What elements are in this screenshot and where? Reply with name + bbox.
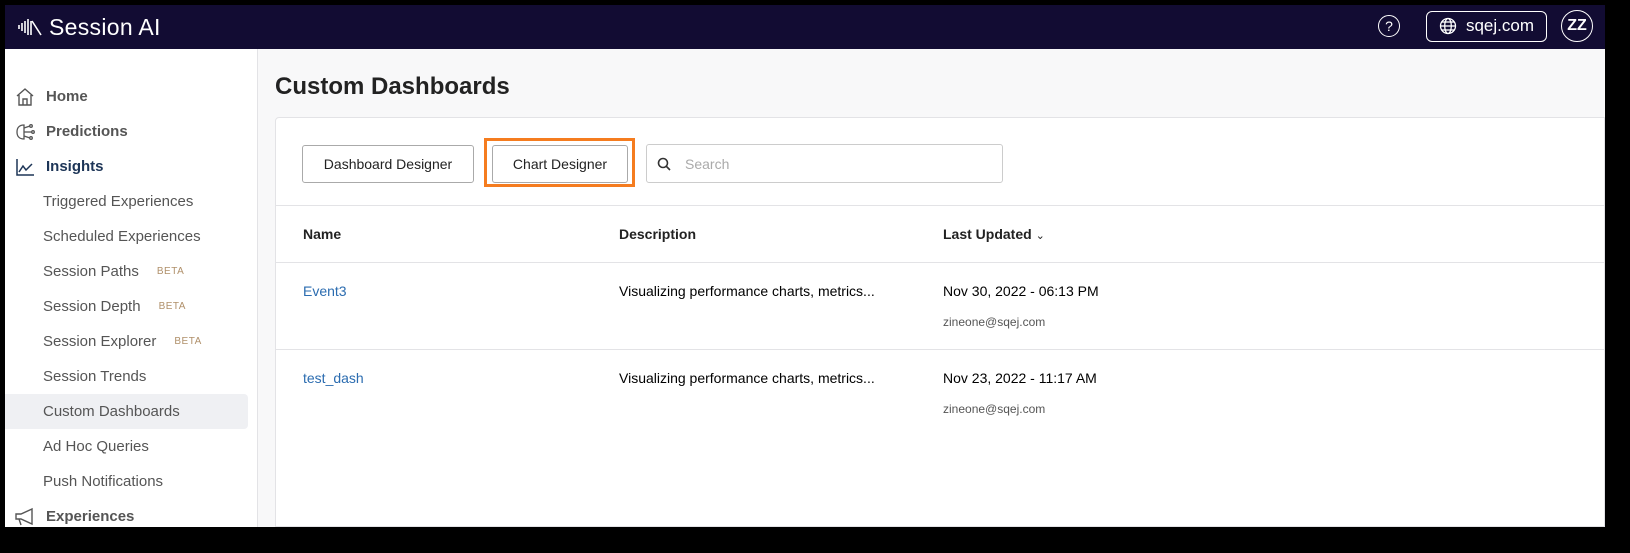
- sidebar-item-label: Scheduled Experiences: [43, 228, 201, 245]
- sidebar-item-label: Session Paths: [43, 263, 139, 280]
- app-window: Session AI ? sqej.com ZZ Home Prediction…: [5, 5, 1605, 527]
- sidebar-item-label: Session Explorer: [43, 333, 157, 350]
- sidebar-item-predictions[interactable]: Predictions: [5, 114, 257, 149]
- beta-badge: BETA: [174, 336, 202, 347]
- avatar[interactable]: ZZ: [1561, 10, 1593, 42]
- domain-selector[interactable]: sqej.com: [1425, 10, 1547, 42]
- home-icon: [14, 86, 36, 108]
- sidebar-item-insights[interactable]: Insights: [5, 149, 257, 184]
- sidebar-item-label: Ad Hoc Queries: [43, 438, 149, 455]
- sidebar-subitem-session-explorer[interactable]: Session Explorer BETA: [5, 324, 257, 359]
- main-content: Custom Dashboards Dashboard Designer Cha…: [259, 49, 1605, 527]
- globe-icon: [1439, 17, 1457, 35]
- column-header-description[interactable]: Description: [619, 226, 696, 242]
- dashboard-description: Visualizing performance charts, metrics.…: [619, 283, 875, 299]
- dashboard-name-link[interactable]: test_dash: [303, 370, 364, 386]
- chart-designer-button[interactable]: Chart Designer: [492, 145, 628, 183]
- sidebar-item-label: Triggered Experiences: [43, 193, 194, 210]
- dashboard-description: Visualizing performance charts, metrics.…: [619, 370, 875, 386]
- sidebar-subitem-session-trends[interactable]: Session Trends: [5, 359, 257, 394]
- sidebar-item-label: Experiences: [46, 508, 135, 525]
- sidebar-subitem-custom-dashboards[interactable]: Custom Dashboards: [5, 394, 248, 429]
- search-icon: [657, 157, 671, 171]
- sidebar-item-label: Predictions: [46, 123, 128, 140]
- sidebar-item-label: Home: [46, 88, 88, 105]
- beta-badge: BETA: [158, 301, 186, 312]
- sidebar-subitem-scheduled-experiences[interactable]: Scheduled Experiences: [5, 219, 257, 254]
- last-updated-date: Nov 23, 2022 - 11:17 AM: [943, 370, 1097, 386]
- last-updated-date: Nov 30, 2022 - 06:13 PM: [943, 283, 1099, 299]
- top-bar: Session AI ? sqej.com ZZ: [5, 5, 1605, 49]
- beta-badge: BETA: [156, 266, 185, 277]
- column-header-label: Last Updated: [943, 226, 1032, 242]
- updated-by: zineone@sqej.com: [943, 402, 1046, 416]
- sidebar-item-label: Push Notifications: [43, 473, 164, 490]
- dashboards-table: Name Description Last Updated ⌄ Event3 V…: [276, 205, 1604, 436]
- sidebar-item-experiences[interactable]: Experiences: [5, 499, 257, 527]
- updated-by: zineone@sqej.com: [943, 315, 1046, 329]
- dashboard-name-link[interactable]: Event3: [303, 283, 347, 299]
- logo[interactable]: Session AI: [17, 14, 161, 41]
- sidebar-item-label: Insights: [46, 158, 104, 175]
- sidebar-item-home[interactable]: Home: [5, 79, 257, 114]
- domain-label: sqej.com: [1465, 16, 1534, 35]
- chevron-down-icon: ⌄: [1035, 230, 1045, 242]
- brain-icon: [14, 121, 36, 143]
- sidebar-item-label: Custom Dashboards: [43, 403, 180, 420]
- logo-icon: [18, 19, 42, 36]
- sidebar: Home Predictions Insights Triggered Expe…: [5, 49, 258, 527]
- table-row[interactable]: test_dash Visualizing performance charts…: [276, 349, 1604, 436]
- search-input[interactable]: Search: [646, 144, 1003, 183]
- sidebar-item-label: Session Trends: [43, 368, 147, 385]
- help-icon[interactable]: ?: [1377, 15, 1400, 37]
- sidebar-subitem-ad-hoc-queries[interactable]: Ad Hoc Queries: [5, 429, 257, 464]
- column-header-name[interactable]: Name: [303, 226, 341, 242]
- dashboards-card: Dashboard Designer Chart Designer Search…: [275, 117, 1605, 527]
- page-title: Custom Dashboards: [275, 73, 510, 100]
- dashboard-designer-button[interactable]: Dashboard Designer: [302, 145, 474, 183]
- megaphone-icon: [14, 506, 36, 528]
- sidebar-item-label: Session Depth: [43, 298, 141, 315]
- column-header-last-updated[interactable]: Last Updated ⌄: [943, 226, 1045, 242]
- search-placeholder: Search: [685, 155, 730, 172]
- line-chart-icon: [14, 156, 36, 178]
- sidebar-subitem-triggered-experiences[interactable]: Triggered Experiences: [5, 184, 257, 219]
- table-header: Name Description Last Updated ⌄: [276, 205, 1604, 262]
- sidebar-subitem-session-depth[interactable]: Session Depth BETA: [5, 289, 257, 324]
- app-name: Session AI: [49, 13, 161, 40]
- sidebar-subitem-session-paths[interactable]: Session Paths BETA: [5, 254, 257, 289]
- sidebar-subitem-push-notifications[interactable]: Push Notifications: [5, 464, 257, 499]
- table-row[interactable]: Event3 Visualizing performance charts, m…: [276, 262, 1604, 349]
